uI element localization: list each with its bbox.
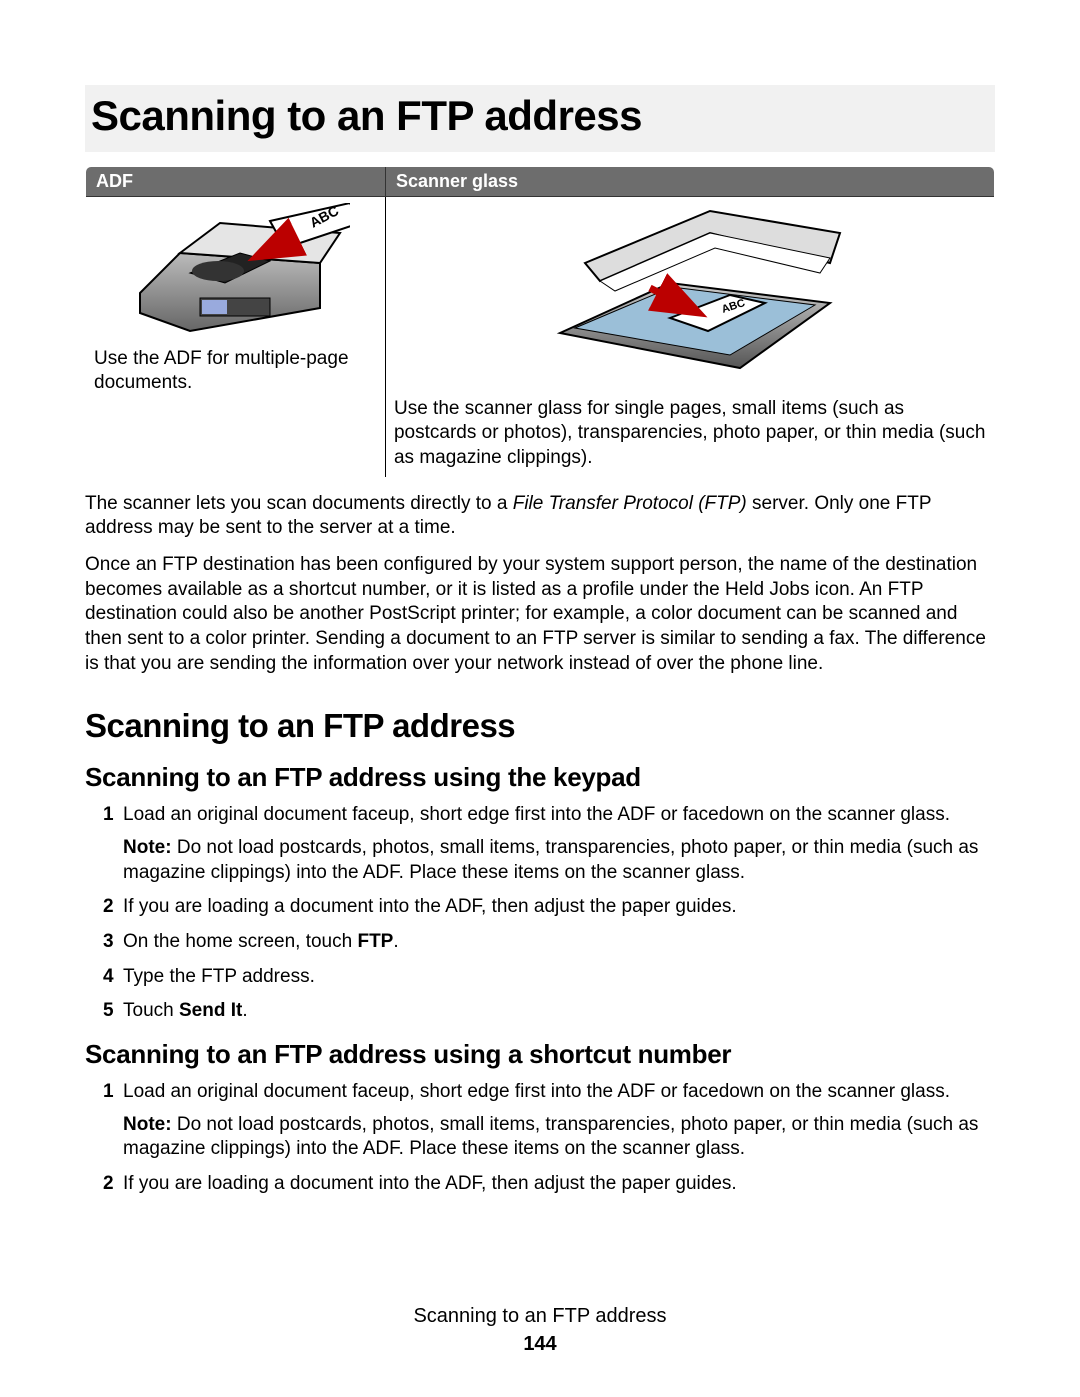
adf-scanner-table: ADF Scanner glass xyxy=(85,166,995,478)
subsection-shortcut-title: Scanning to an FTP address using a short… xyxy=(85,1038,995,1072)
note-label: Note: xyxy=(123,837,172,858)
step-text: On the home screen, touch xyxy=(123,931,357,952)
step-text: Type the FTP address. xyxy=(123,966,315,987)
list-item: Load an original document faceup, short … xyxy=(103,803,995,885)
table-cell-scanner-glass: ABC Use the scanner glass for single pag… xyxy=(385,196,994,477)
scanner-glass-description: Use the scanner glass for single pages, … xyxy=(394,397,986,471)
step-text-tail: . xyxy=(242,1000,247,1021)
list-item: On the home screen, touch FTP. xyxy=(103,930,995,955)
chapter-title: Scanning to an FTP address xyxy=(85,85,995,152)
list-item: If you are loading a document into the A… xyxy=(103,1172,995,1197)
note-paragraph: Note: Do not load postcards, photos, sma… xyxy=(123,836,995,885)
table-cell-adf: ABC Use the ADF for multiple-page docume… xyxy=(86,196,386,477)
footer-section-title: Scanning to an FTP address xyxy=(0,1303,1080,1329)
step-text: If you are loading a document into the A… xyxy=(123,1173,737,1194)
step-text: Load an original document faceup, short … xyxy=(123,1081,950,1102)
step-text: If you are loading a document into the A… xyxy=(123,896,737,917)
list-item: Type the FTP address. xyxy=(103,965,995,990)
adf-description: Use the ADF for multiple-page documents. xyxy=(94,347,377,396)
ftp-italic: File Transfer Protocol (FTP) xyxy=(513,493,747,514)
list-item: Touch Send It. xyxy=(103,999,995,1024)
list-item: If you are loading a document into the A… xyxy=(103,895,995,920)
list-item: Load an original document faceup, short … xyxy=(103,1080,995,1162)
table-header-adf: ADF xyxy=(86,166,386,196)
intro-paragraph-1: The scanner lets you scan documents dire… xyxy=(85,492,995,541)
scanner-glass-illustration: ABC xyxy=(394,203,986,391)
note-label: Note: xyxy=(123,1114,172,1135)
note-paragraph: Note: Do not load postcards, photos, sma… xyxy=(123,1113,995,1162)
table-header-scanner-glass: Scanner glass xyxy=(385,166,994,196)
printer-adf-icon: ABC xyxy=(120,203,350,333)
note-text: Do not load postcards, photos, small ite… xyxy=(123,837,978,883)
subsection-keypad-title: Scanning to an FTP address using the key… xyxy=(85,761,995,795)
adf-printer-illustration: ABC xyxy=(94,203,377,341)
scanner-glass-icon: ABC xyxy=(530,203,850,383)
note-text: Do not load postcards, photos, small ite… xyxy=(123,1114,978,1160)
step-text: Touch xyxy=(123,1000,179,1021)
ftp-bold: FTP xyxy=(357,931,393,952)
intro-paragraph-2: Once an FTP destination has been configu… xyxy=(85,553,995,676)
section-title: Scanning to an FTP address xyxy=(85,705,995,748)
page-footer: Scanning to an FTP address 144 xyxy=(0,1303,1080,1357)
shortcut-steps-list: Load an original document faceup, short … xyxy=(103,1080,995,1197)
intro-text-1a: The scanner lets you scan documents dire… xyxy=(85,493,513,514)
page-number: 144 xyxy=(0,1331,1080,1357)
step-text: Load an original document faceup, short … xyxy=(123,804,950,825)
send-it-bold: Send It xyxy=(179,1000,242,1021)
step-text-tail: . xyxy=(393,931,398,952)
keypad-steps-list: Load an original document faceup, short … xyxy=(103,803,995,1024)
